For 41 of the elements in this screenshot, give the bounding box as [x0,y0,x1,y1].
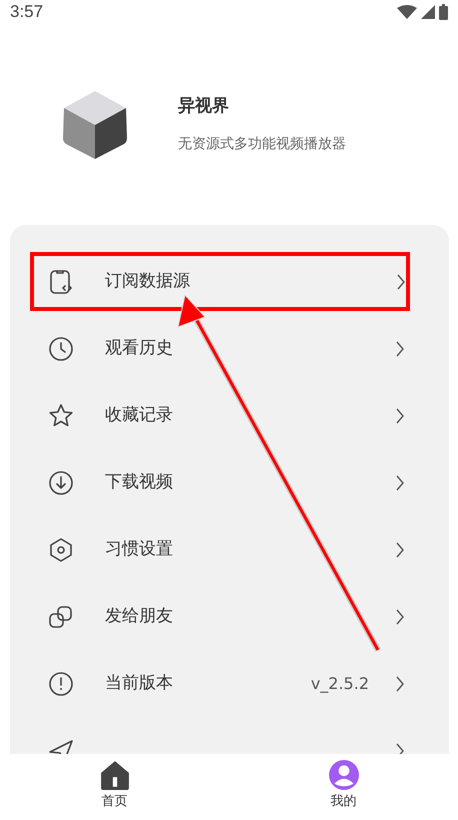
chevron-icon [395,608,405,624]
version-text: v_2.5.2 [310,672,369,695]
menu-label: 下载视频 [105,470,174,494]
settings-icon [48,536,74,562]
menu-label: 观看历史 [105,336,174,360]
chevron-icon [396,274,406,290]
app-name: 异视界 [178,95,230,118]
download-icon [48,470,74,496]
menu-item[interactable]: 收藏记录 [10,382,449,449]
chevron-icon [395,676,405,692]
menu-label: 订阅数据源 [105,270,191,293]
menu-label: 习惯设置 [105,538,174,561]
nav-tab[interactable]: 首页 [0,754,229,820]
menu-item[interactable]: 订阅数据源 [26,248,414,315]
menu-label: 当前版本 [105,672,174,695]
signal-icon [421,5,435,19]
chevron-icon [395,542,405,558]
menu-label: 收藏记录 [105,404,174,427]
chevron-icon [395,340,405,356]
battery-icon [439,4,448,20]
clock-icon [48,336,74,362]
menu-item[interactable]: 当前版本 v_2.5.2 [10,650,449,717]
chevron-icon [395,742,405,754]
nav-label: 我的 [330,793,356,811]
overlapping-squares-icon [48,604,74,630]
app-tagline: 无资源式多功能视频播放器 [178,134,346,154]
menu-item[interactable]: 观看历史 [10,315,449,382]
nav-label: 首页 [102,793,128,811]
phone-icon [48,268,74,294]
star-icon [48,402,74,428]
app-logo-icon [62,90,128,160]
status-time: 3:57 [10,1,44,24]
menu-item[interactable]: 习惯设置 [10,516,449,583]
exclamation-icon [48,670,74,696]
nav-tab[interactable]: 我的 [229,754,458,820]
chevron-icon [395,408,405,424]
menu-label: 发给朋友 [105,604,174,628]
chevron-icon [395,474,405,490]
menu-item[interactable]: 发给朋友 [10,583,449,650]
menu-item[interactable]: 下载视频 [10,449,449,516]
wifi-icon [397,5,417,19]
